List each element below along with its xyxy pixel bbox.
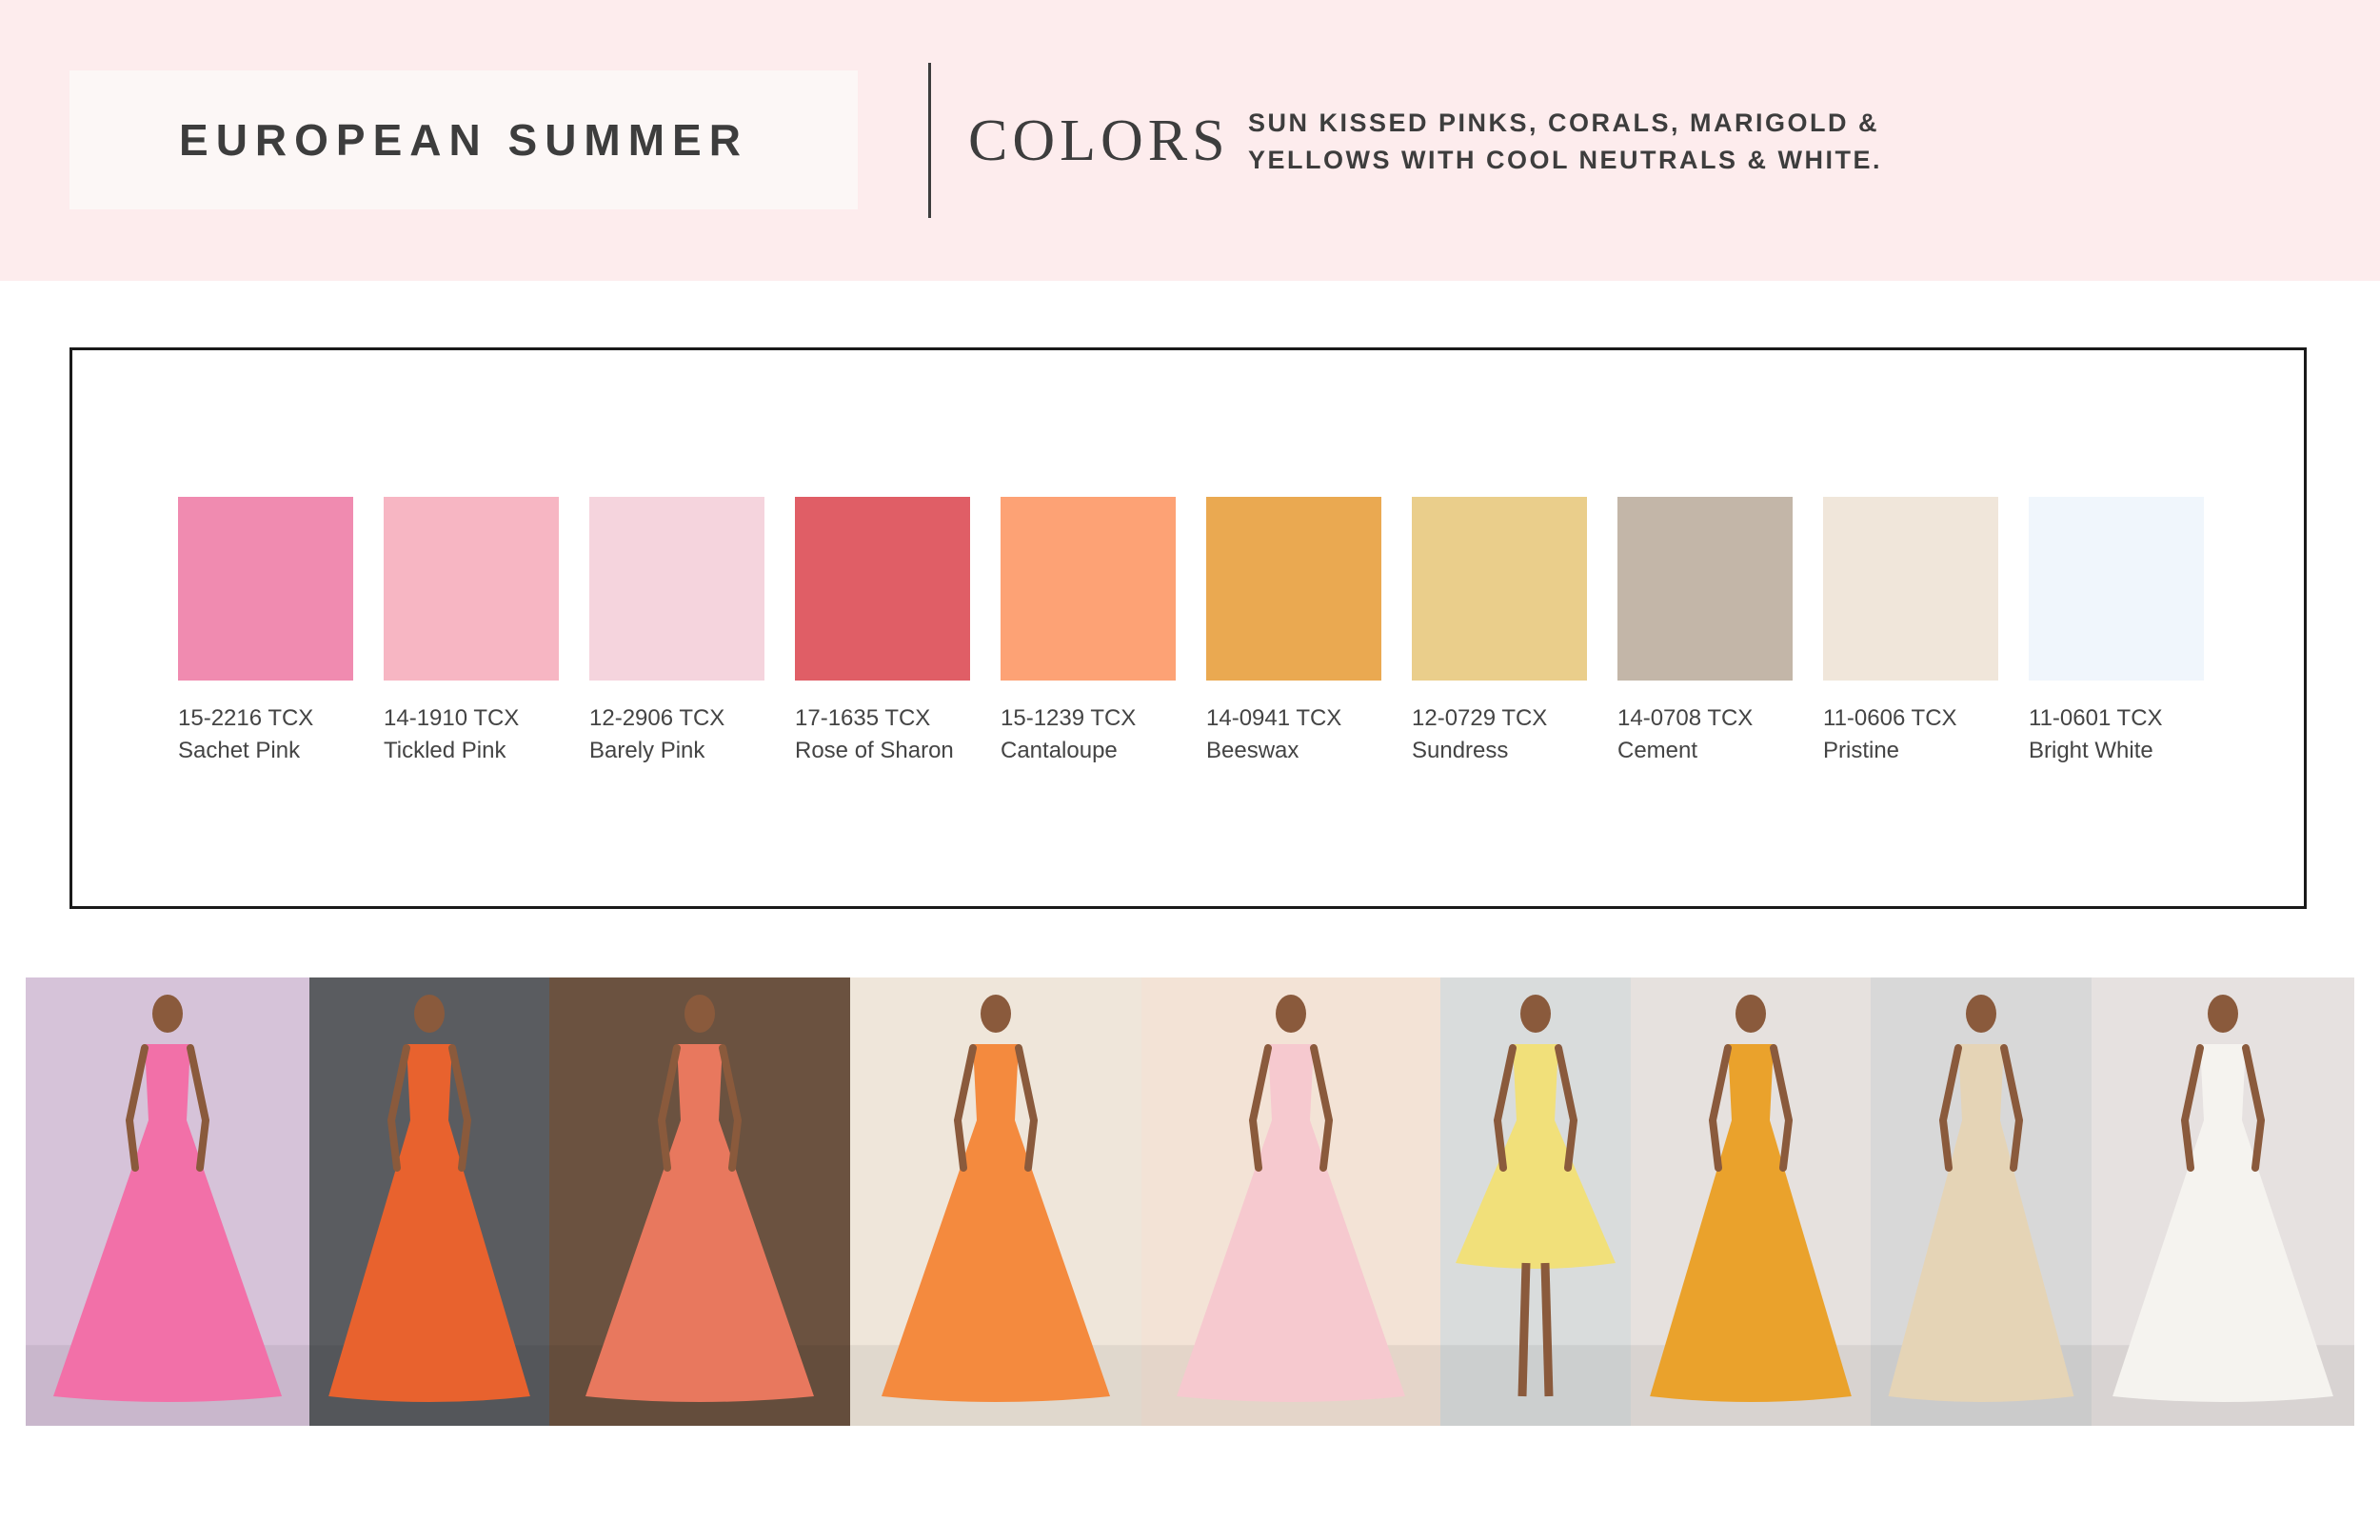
swatch-code: 14-0708 TCX [1617,705,1754,731]
swatch-name: Barely Pink [589,738,705,763]
color-swatch [589,497,764,681]
swatch-code: 11-0601 TCX [2029,705,2163,731]
fashion-photo [1141,977,1440,1426]
swatch-label: 15-1239 TCX Cantaloupe [1001,702,1191,767]
color-swatch [384,497,559,681]
swatch-label: 14-0941 TCX Beeswax [1206,702,1397,767]
swatch-name: Rose of Sharon [795,738,954,763]
swatch-label: 12-0729 TCX Sundress [1412,702,1602,767]
swatch-name: Tickled Pink [384,738,506,763]
color-swatch [1617,497,1793,681]
photo-strip [26,977,2354,1426]
description-line-1: SUN KISSED PINKS, CORALS, MARIGOLD & [1248,109,1880,137]
swatch-label: 11-0601 TCX Bright White [2029,702,2219,767]
description-line-2: YELLOWS WITH COOL NEUTRALS & WHITE. [1248,146,1882,174]
swatch-name: Cement [1617,738,1698,763]
section-label: COLORS [968,109,1230,173]
swatch-code: 12-0729 TCX [1412,705,1548,731]
fashion-photo [26,977,309,1426]
fashion-photo [1631,977,1871,1426]
swatch-label: 12-2906 TCX Barely Pink [589,702,780,767]
swatch-name: Sachet Pink [178,738,301,763]
swatch-label: 14-1910 TCX Tickled Pink [384,702,574,767]
page-title: EUROPEAN SUMMER [179,115,748,165]
swatch-code: 11-0606 TCX [1823,705,1957,731]
color-swatch [1001,497,1176,681]
swatch-code: 12-2906 TCX [589,705,725,731]
fashion-photo [309,977,549,1426]
fashion-photo [850,977,1141,1426]
swatch-name: Bright White [2029,738,2153,763]
swatch-code: 15-1239 TCX [1001,705,1137,731]
fashion-photo [1871,977,2092,1426]
color-swatch [795,497,970,681]
fashion-photo [1440,977,1631,1426]
color-swatch [1206,497,1381,681]
color-swatch [1823,497,1998,681]
color-swatch [178,497,353,681]
header-banner: EUROPEAN SUMMER COLORS SUN KISSED PINKS,… [0,0,2380,281]
swatch-name: Pristine [1823,738,1900,763]
swatch-label: 17-1635 TCX Rose of Sharon [795,702,985,767]
swatch-label: 14-0708 TCX Cement [1617,702,1808,767]
swatch-code: 17-1635 TCX [795,705,931,731]
swatch-name: Sundress [1412,738,1509,763]
swatch-name: Beeswax [1206,738,1299,763]
swatch-label: 15-2216 TCX Sachet Pink [178,702,368,767]
header-divider [928,63,931,218]
fashion-photo [2092,977,2354,1426]
swatch-code: 15-2216 TCX [178,705,314,731]
color-swatch [2029,497,2204,681]
swatch-name: Cantaloupe [1001,738,1118,763]
palette-description: SUN KISSED PINKS, CORALS, MARIGOLD & YEL… [1248,105,1882,179]
swatch-code: 14-0941 TCX [1206,705,1342,731]
swatch-label: 11-0606 TCX Pristine [1823,702,2013,767]
fashion-photo [549,977,850,1426]
title-box: EUROPEAN SUMMER [69,70,858,209]
swatch-code: 14-1910 TCX [384,705,520,731]
color-swatch [1412,497,1587,681]
